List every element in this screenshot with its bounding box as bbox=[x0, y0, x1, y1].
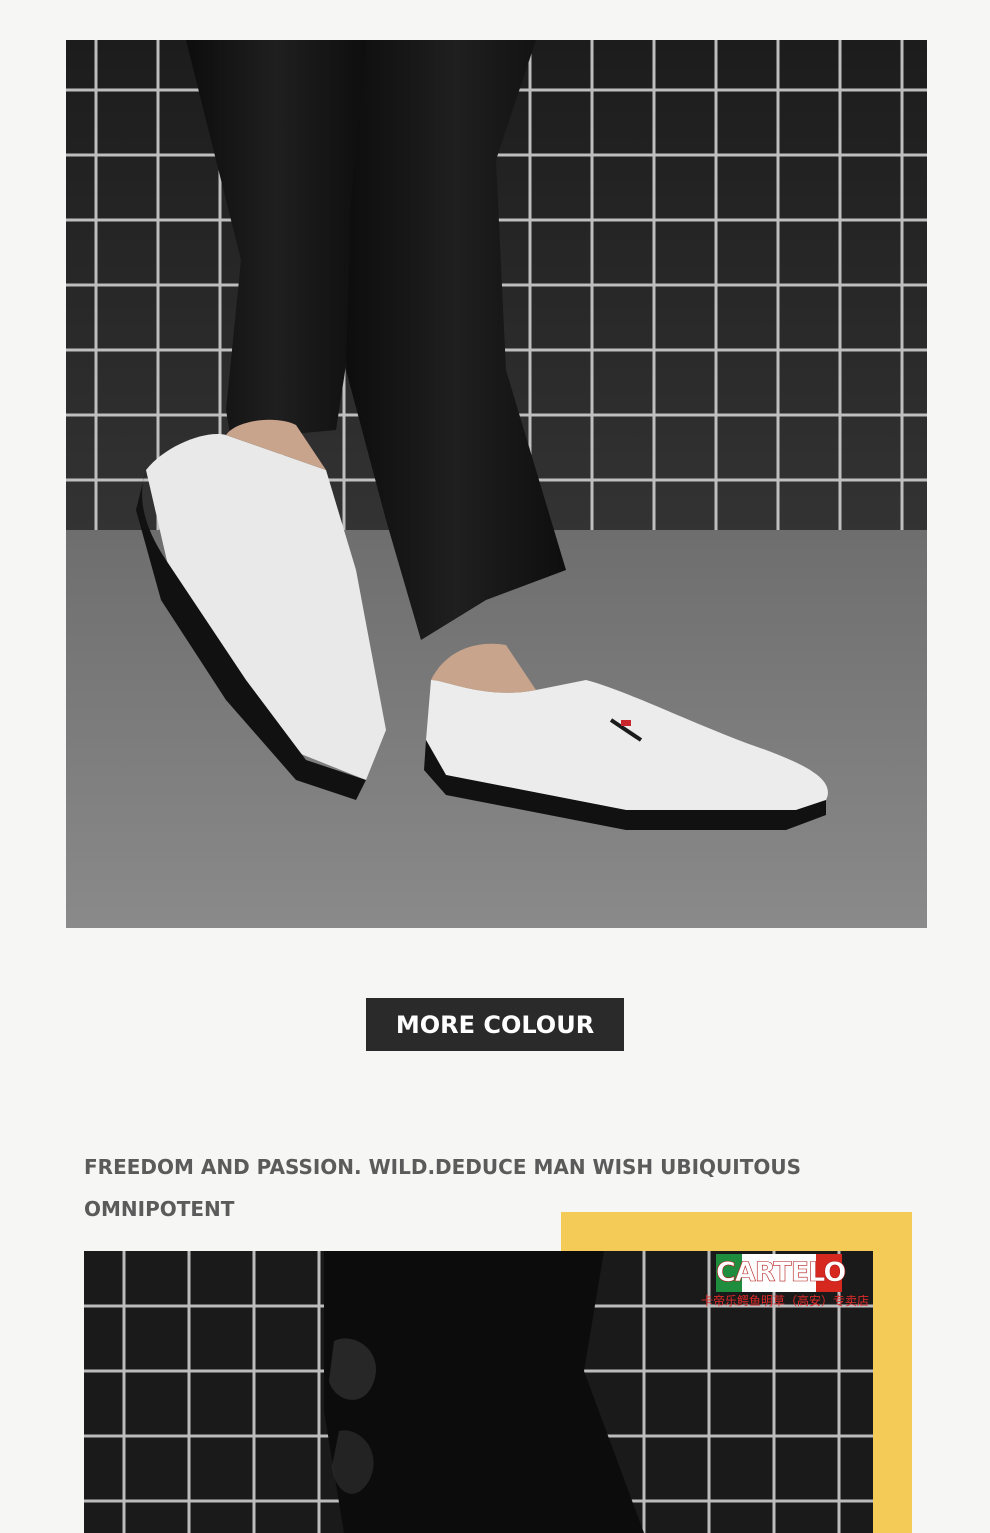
loafer-illustration bbox=[66, 40, 927, 928]
more-colour-button[interactable]: MORE COLOUR bbox=[366, 998, 624, 1051]
brand-logo: CARTELO bbox=[716, 1254, 847, 1292]
store-name: 卡帝乐鳄鱼明草（高安）专卖店 bbox=[700, 1294, 869, 1308]
hero-product-photo bbox=[66, 40, 927, 928]
logo-wordmark: CARTELO bbox=[716, 1257, 847, 1289]
tagline-line-1: FREEDOM AND PASSION. WILD.DEDUCE MAN WIS… bbox=[84, 1155, 802, 1179]
